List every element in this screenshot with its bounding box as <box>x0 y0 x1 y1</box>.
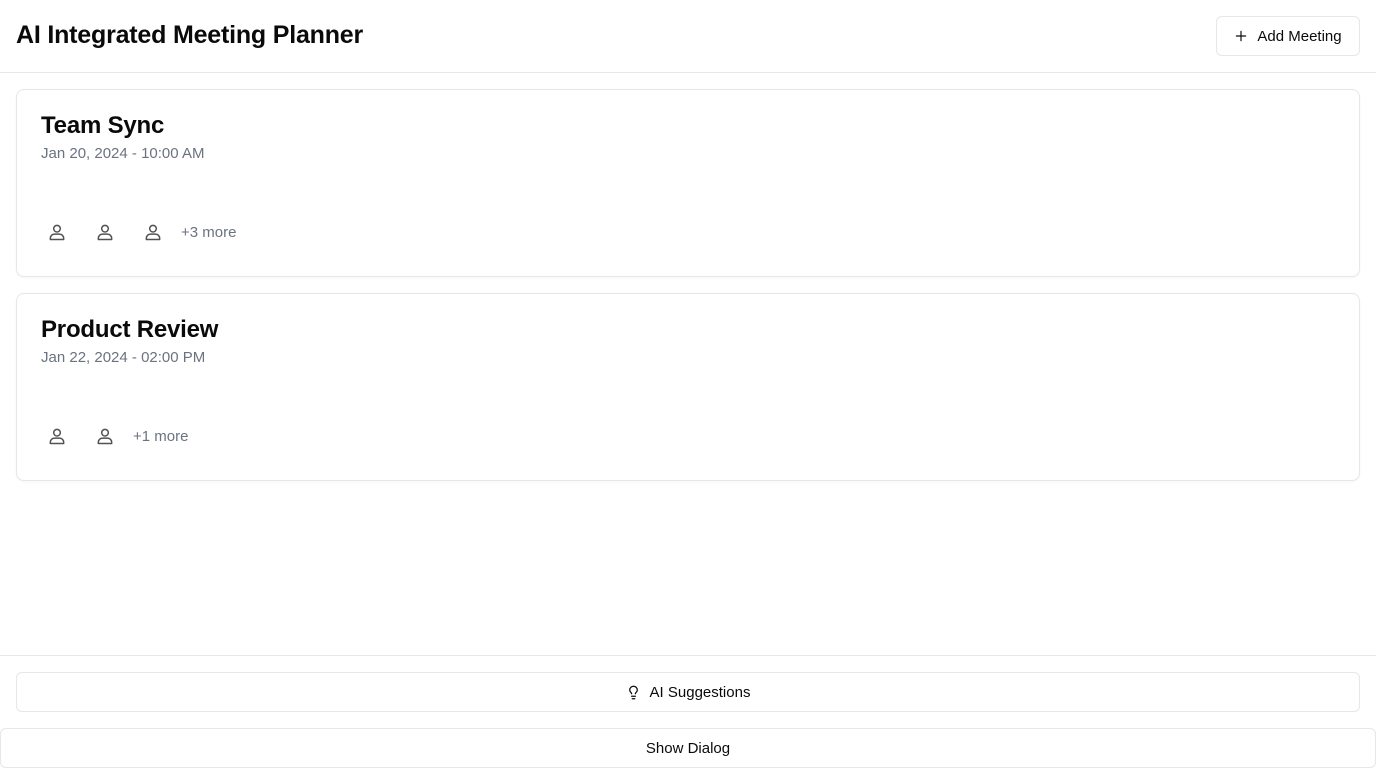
lightbulb-icon <box>628 685 638 699</box>
attendee-avatar <box>137 216 169 248</box>
more-attendees-label: +1 more <box>133 427 189 445</box>
app-root: AI Integrated Meeting Planner Add Meetin… <box>0 0 1376 768</box>
attendee-list: +1 more <box>41 420 188 452</box>
user-icon <box>97 224 113 241</box>
user-icon <box>97 428 113 445</box>
attendee-list: +3 more <box>41 216 236 248</box>
page-title: AI Integrated Meeting Planner <box>16 21 364 49</box>
user-icon <box>49 224 65 241</box>
show-dialog-label: Show Dialog <box>645 739 731 757</box>
meeting-datetime: Jan 22, 2024 - 02:00 PM <box>41 349 206 366</box>
add-meeting-label: Add Meeting <box>1257 27 1342 45</box>
plus-icon <box>1236 30 1247 42</box>
user-icon <box>49 428 65 445</box>
meeting-card[interactable]: Product Review Jan 22, 2024 - 02:00 PM +… <box>16 293 1360 481</box>
show-dialog-button[interactable]: Show Dialog <box>0 728 1376 768</box>
meeting-card[interactable]: Team Sync Jan 20, 2024 - 10:00 AM +3 mor… <box>16 89 1360 277</box>
meeting-title: Team Sync <box>41 112 165 139</box>
meeting-title: Product Review <box>41 316 219 343</box>
attendee-avatar <box>41 216 73 248</box>
footer-divider <box>0 655 1376 656</box>
more-attendees-label: +3 more <box>181 223 237 241</box>
app-header: AI Integrated Meeting Planner Add Meetin… <box>0 0 1376 73</box>
attendee-avatar <box>89 216 121 248</box>
ai-suggestions-label: AI Suggestions <box>649 683 751 701</box>
attendee-avatar <box>89 420 121 452</box>
user-icon <box>145 224 161 241</box>
attendee-avatar <box>41 420 73 452</box>
meeting-datetime: Jan 20, 2024 - 10:00 AM <box>41 145 205 162</box>
add-meeting-button[interactable]: Add Meeting <box>1216 16 1360 56</box>
ai-suggestions-button[interactable]: AI Suggestions <box>16 672 1360 712</box>
